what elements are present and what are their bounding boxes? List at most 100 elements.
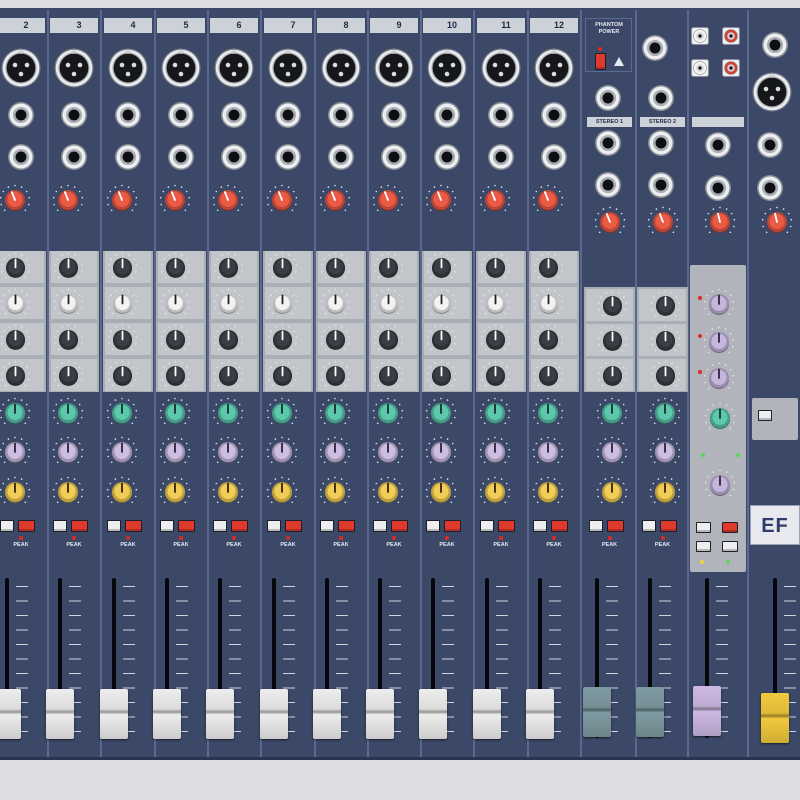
fx-mute-button[interactable] <box>722 522 738 533</box>
aux-knob[interactable] <box>51 396 85 430</box>
eq-low-knob[interactable] <box>52 359 85 392</box>
fx-knob[interactable] <box>105 435 139 469</box>
mute-button[interactable] <box>71 520 88 532</box>
fx-knob[interactable] <box>478 435 512 469</box>
eq-high-knob[interactable] <box>372 251 405 284</box>
pfl-button[interactable] <box>107 520 121 532</box>
mute-button[interactable] <box>498 520 515 532</box>
pfl-button[interactable] <box>642 520 656 532</box>
eq-mid-knob[interactable] <box>0 323 32 356</box>
fx-control-knob[interactable] <box>702 325 736 359</box>
eq-mid-freq-knob[interactable] <box>0 287 32 320</box>
eq-mid-knob[interactable] <box>649 324 682 357</box>
pfl-button[interactable] <box>53 520 67 532</box>
channel-fader[interactable] <box>366 689 394 739</box>
eq-mid-knob[interactable] <box>212 323 245 356</box>
main-mix-fader[interactable] <box>761 693 789 743</box>
eq-low-knob[interactable] <box>319 359 352 392</box>
mute-button[interactable] <box>18 520 35 532</box>
eq-high-knob[interactable] <box>319 251 352 284</box>
fx-knob[interactable] <box>0 435 32 469</box>
eq-mid-knob[interactable] <box>266 323 299 356</box>
pfl-button[interactable] <box>373 520 387 532</box>
aux-knob[interactable] <box>424 396 458 430</box>
eq-mid-knob[interactable] <box>52 323 85 356</box>
mute-button[interactable] <box>285 520 302 532</box>
eq-mid-knob[interactable] <box>479 323 512 356</box>
pfl-button[interactable] <box>160 520 174 532</box>
fx-knob[interactable] <box>371 435 405 469</box>
eq-low-knob[interactable] <box>479 359 512 392</box>
eq-high-knob[interactable] <box>425 251 458 284</box>
fx-knob[interactable] <box>158 435 192 469</box>
eq-mid-freq-knob[interactable] <box>479 287 512 320</box>
pfl-button[interactable] <box>589 520 603 532</box>
channel-fader[interactable] <box>526 689 554 739</box>
channel-fader[interactable] <box>0 689 21 739</box>
mute-button[interactable] <box>178 520 195 532</box>
eq-high-knob[interactable] <box>52 251 85 284</box>
eq-high-knob[interactable] <box>596 289 629 322</box>
pan-knob[interactable] <box>318 475 352 509</box>
eq-mid-freq-knob[interactable] <box>425 287 458 320</box>
gain-knob[interactable] <box>158 183 192 217</box>
balance-knob[interactable] <box>648 475 682 509</box>
eq-high-knob[interactable] <box>649 289 682 322</box>
control-button[interactable] <box>758 410 772 421</box>
eq-high-knob[interactable] <box>479 251 512 284</box>
eq-low-knob[interactable] <box>106 359 139 392</box>
stereo-return-level-knob[interactable] <box>703 205 737 239</box>
mute-button[interactable] <box>660 520 677 532</box>
stereo-channel-fader[interactable] <box>636 687 664 737</box>
mute-button[interactable] <box>607 520 624 532</box>
aux-knob[interactable] <box>318 396 352 430</box>
mute-button[interactable] <box>551 520 568 532</box>
fx-knob[interactable] <box>318 435 352 469</box>
eq-high-knob[interactable] <box>159 251 192 284</box>
aux-knob[interactable] <box>105 396 139 430</box>
output-level-knob[interactable] <box>760 205 794 239</box>
eq-mid-knob[interactable] <box>596 324 629 357</box>
balance-knob[interactable] <box>595 475 629 509</box>
pan-knob[interactable] <box>265 475 299 509</box>
eq-mid-freq-knob[interactable] <box>266 287 299 320</box>
eq-low-knob[interactable] <box>425 359 458 392</box>
eq-high-knob[interactable] <box>106 251 139 284</box>
pfl-button[interactable] <box>480 520 494 532</box>
eq-mid-knob[interactable] <box>372 323 405 356</box>
mute-button[interactable] <box>444 520 461 532</box>
fx-pfl-button[interactable] <box>696 522 711 533</box>
fx-knob[interactable] <box>265 435 299 469</box>
gain-knob[interactable] <box>478 183 512 217</box>
eq-low-knob[interactable] <box>266 359 299 392</box>
fx-knob[interactable] <box>51 435 85 469</box>
channel-fader[interactable] <box>100 689 128 739</box>
eq-mid-freq-knob[interactable] <box>319 287 352 320</box>
eq-low-knob[interactable] <box>532 359 565 392</box>
gain-knob[interactable] <box>211 183 245 217</box>
aux-master-knob[interactable] <box>703 401 737 435</box>
fx-button-1[interactable] <box>696 541 711 552</box>
pfl-button[interactable] <box>533 520 547 532</box>
fx-knob[interactable] <box>531 435 565 469</box>
eq-low-knob[interactable] <box>159 359 192 392</box>
eq-high-knob[interactable] <box>0 251 32 284</box>
aux-knob[interactable] <box>0 396 32 430</box>
gain-knob[interactable] <box>51 183 85 217</box>
eq-mid-freq-knob[interactable] <box>52 287 85 320</box>
stereo-channel-fader[interactable] <box>583 687 611 737</box>
gain-knob[interactable] <box>371 183 405 217</box>
aux-knob[interactable] <box>478 396 512 430</box>
gain-knob[interactable] <box>105 183 139 217</box>
mute-button[interactable] <box>125 520 142 532</box>
pfl-button[interactable] <box>0 520 14 532</box>
fx-program-select-knob[interactable] <box>703 468 737 502</box>
pan-knob[interactable] <box>158 475 192 509</box>
fx-button-2[interactable] <box>722 541 738 552</box>
gain-knob[interactable] <box>531 183 565 217</box>
eq-high-knob[interactable] <box>532 251 565 284</box>
channel-fader[interactable] <box>473 689 501 739</box>
pfl-button[interactable] <box>267 520 281 532</box>
aux-knob[interactable] <box>595 396 629 430</box>
fx-knob[interactable] <box>211 435 245 469</box>
